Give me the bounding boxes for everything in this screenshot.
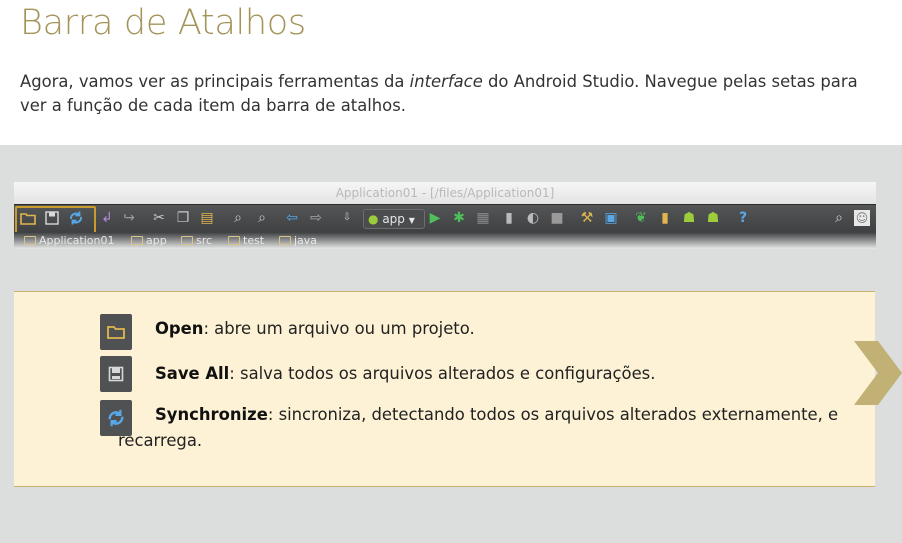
folder-icon xyxy=(181,236,193,245)
redo-icon: ↪ xyxy=(123,210,135,226)
item-open: Open: abre um arquivo ou um projeto. xyxy=(155,316,855,342)
android-monitor-icon: ▮ xyxy=(661,210,669,226)
android-icon: ● xyxy=(368,212,379,226)
intro-emphasis: interface xyxy=(409,72,483,91)
android-studio-window-screenshot: Application01 - [/files/Application01] ↲… xyxy=(14,182,876,249)
folder-icon xyxy=(279,236,291,245)
shortcut-toolbar: ↲ ↪ ✂ ❐ ▤ ⌕ ⌕ ⇦ ⇨ ⇩ ● app ▼ ▶ ✱ ▦ ▮ ◐ ■ … xyxy=(14,204,876,234)
item-description: : abre um arquivo ou um projeto. xyxy=(203,319,475,338)
copy-icon: ❐ xyxy=(176,210,190,226)
undo-icon: ↲ xyxy=(101,210,113,226)
breadcrumb-test: test xyxy=(228,233,264,248)
item-name: Open xyxy=(155,319,204,338)
chevron-down-icon: ▼ xyxy=(408,216,415,225)
item-save-all: Save All: salva todos os arquivos altera… xyxy=(155,361,855,387)
run-configuration-select: ● app ▼ xyxy=(363,209,425,229)
project-structure-icon: ⚒ xyxy=(580,210,594,226)
coverage-icon: ▦ xyxy=(476,210,490,226)
avd-manager-icon: ❦ xyxy=(635,210,647,226)
next-arrow-button[interactable] xyxy=(852,341,902,405)
item-synchronize: Synchronize: sincroniza, detectando todo… xyxy=(118,402,858,454)
replace-icon: ⌕ xyxy=(258,210,266,226)
help-icon: ? xyxy=(738,210,748,226)
item-name: Save All xyxy=(155,364,230,383)
search-everywhere-icon: ⌕ xyxy=(835,210,843,226)
item-description: : salva todos os arquivos alterados e co… xyxy=(229,364,656,383)
window-title: Application01 - [/files/Application01] xyxy=(14,182,876,204)
run-configuration-label: app xyxy=(382,212,405,226)
folder-icon xyxy=(24,236,36,245)
synchronize-icon xyxy=(67,209,85,227)
find-icon: ⌕ xyxy=(234,210,242,226)
info-panel: Open: abre um arquivo ou um projeto. Sav… xyxy=(14,291,875,487)
android-device-icon: ☗ xyxy=(706,210,720,226)
save-all-icon xyxy=(43,209,61,227)
item-name: Synchronize xyxy=(155,405,268,424)
back-icon: ⇦ xyxy=(286,210,298,226)
attach-debugger-icon: ▮ xyxy=(505,210,513,226)
debug-icon: ✱ xyxy=(453,210,465,226)
forward-icon: ⇨ xyxy=(310,210,322,226)
open-icon xyxy=(19,209,37,227)
profile-icon: ◐ xyxy=(526,210,540,226)
make-project-icon: ⇩ xyxy=(342,212,352,223)
sync-gradle-icon: ☗ xyxy=(682,210,696,226)
interactive-stage: Application01 - [/files/Application01] ↲… xyxy=(0,145,902,543)
breadcrumb-app: app xyxy=(131,233,167,248)
navigation-breadcrumb: Application01 app src test java xyxy=(14,232,876,249)
page-title: Barra de Atalhos xyxy=(20,3,306,43)
run-icon: ▶ xyxy=(429,210,441,226)
intro-text-start: Agora, vamos ver as principais ferrament… xyxy=(20,72,410,91)
user-icon: ☺ xyxy=(854,210,870,226)
folder-icon xyxy=(228,236,240,245)
save-icon xyxy=(100,356,132,392)
paste-icon: ▤ xyxy=(200,210,214,226)
chevron-right-icon xyxy=(854,341,902,405)
stop-icon: ■ xyxy=(550,210,564,226)
folder-icon xyxy=(131,236,143,245)
intro-text: Agora, vamos ver as principais ferrament… xyxy=(20,70,880,118)
breadcrumb-java: java xyxy=(279,233,317,248)
cut-icon: ✂ xyxy=(153,210,165,226)
breadcrumb-src: src xyxy=(181,233,212,248)
breadcrumb-project: Application01 xyxy=(24,233,114,248)
sdk-manager-icon: ▣ xyxy=(604,210,618,226)
folder-icon xyxy=(100,314,132,350)
